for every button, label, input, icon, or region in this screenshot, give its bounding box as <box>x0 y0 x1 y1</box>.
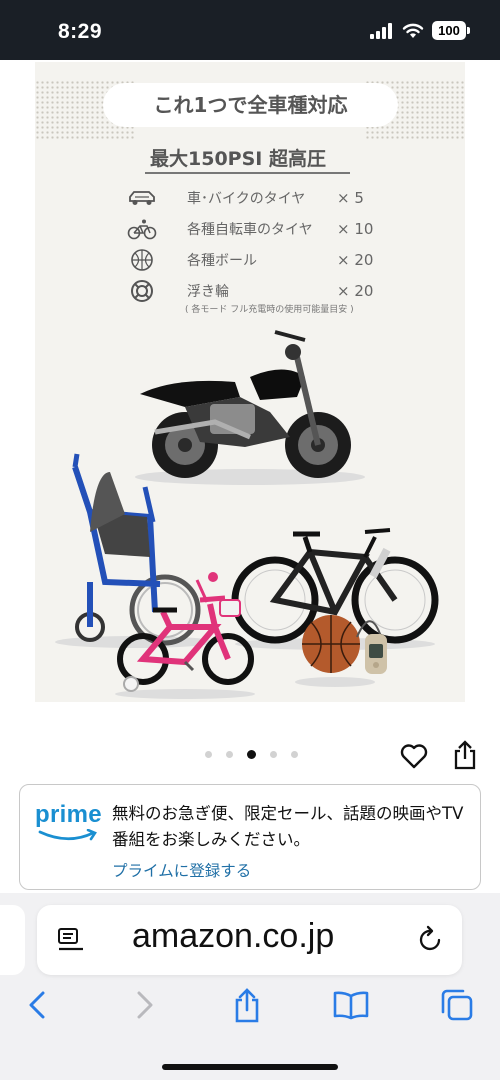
url-text[interactable]: amazon.co.jp <box>132 917 334 956</box>
tabs-icon <box>441 989 473 1021</box>
float-ring-icon <box>127 279 157 303</box>
bookmarks-button[interactable] <box>331 985 371 1025</box>
signal-icon <box>370 22 392 39</box>
previous-tab-preview[interactable] <box>0 905 25 975</box>
carousel-dot[interactable] <box>291 751 298 758</box>
prime-banner[interactable]: prime 無料のお急ぎ便、限定セール、話題の映画やTV番組をお楽しみください。… <box>19 784 481 890</box>
spec-count: × 5 <box>337 188 364 207</box>
bookmarks-icon <box>333 991 369 1020</box>
ball-icon <box>127 248 157 272</box>
prime-smile-icon <box>38 829 97 841</box>
spec-count: × 20 <box>337 250 374 269</box>
toolbar-share-button[interactable] <box>227 985 267 1025</box>
carousel-dot[interactable] <box>205 751 212 758</box>
spec-note: ( 各モード フル充電時の使用可能量目安 ) <box>185 305 354 315</box>
status-bar: 8:29 100 <box>0 0 500 60</box>
motorcycle-icon <box>135 330 365 485</box>
share-icon <box>454 740 476 770</box>
carousel-dots[interactable] <box>205 750 298 759</box>
subheadline-underline <box>145 172 350 174</box>
spec-label: 車･バイクのタイヤ <box>187 190 306 207</box>
spec-count: × 10 <box>337 219 374 238</box>
forward-button[interactable] <box>125 985 165 1025</box>
spec-label: 浮き輪 <box>187 283 229 300</box>
prime-signup-link[interactable]: プライムに登録する <box>112 859 251 881</box>
spec-count: × 20 <box>337 281 374 300</box>
wifi-icon <box>402 23 424 38</box>
favorite-button[interactable] <box>400 743 428 769</box>
prime-description: 無料のお急ぎ便、限定セール、話題の映画やTV番組をお楽しみください。 <box>112 804 464 849</box>
status-time: 8:29 <box>58 20 103 43</box>
prime-logo: prime <box>35 801 102 828</box>
carousel-dot[interactable] <box>270 751 277 758</box>
spec-row: 各種ボール × 20 <box>127 244 387 275</box>
share-icon <box>235 988 259 1023</box>
bicycle-icon <box>127 217 157 241</box>
carousel-dot-active[interactable] <box>247 750 256 759</box>
spec-row: 各種自転車のタイヤ × 10 <box>127 213 387 244</box>
forward-icon <box>137 991 153 1019</box>
product-image[interactable]: これ1つで全車種対応 最大150PSI 超高圧 車･バイクのタイヤ × 5 各種… <box>35 62 465 702</box>
back-button[interactable] <box>17 985 57 1025</box>
home-indicator <box>162 1064 338 1070</box>
page-menu-icon[interactable] <box>57 927 85 953</box>
status-icons: 100 <box>370 21 470 40</box>
spec-label: 各種ボール <box>187 252 257 269</box>
car-icon <box>127 186 157 210</box>
back-icon <box>29 991 45 1019</box>
carousel-dot[interactable] <box>226 751 233 758</box>
heart-icon <box>400 744 428 769</box>
image-subheadline: 最大150PSI 超高圧 <box>150 148 326 170</box>
battery-level: 100 <box>432 21 466 40</box>
share-button[interactable] <box>452 740 478 770</box>
battery-icon: 100 <box>432 21 470 40</box>
spec-row: 車･バイクのタイヤ × 5 <box>127 182 387 213</box>
tabs-button[interactable] <box>437 985 477 1025</box>
browser-toolbar <box>0 985 500 1035</box>
spec-label: 各種自転車のタイヤ <box>187 221 313 238</box>
image-headline: これ1つで全車種対応 <box>103 83 398 127</box>
address-bar[interactable]: amazon.co.jp <box>37 905 462 975</box>
browser-bar: amazon.co.jp <box>0 893 500 1080</box>
reload-icon[interactable] <box>418 925 444 953</box>
vehicle-illustrations <box>55 330 439 699</box>
spec-list: 車･バイクのタイヤ × 5 各種自転車のタイヤ × 10 各種ボール × 20 … <box>127 182 387 306</box>
